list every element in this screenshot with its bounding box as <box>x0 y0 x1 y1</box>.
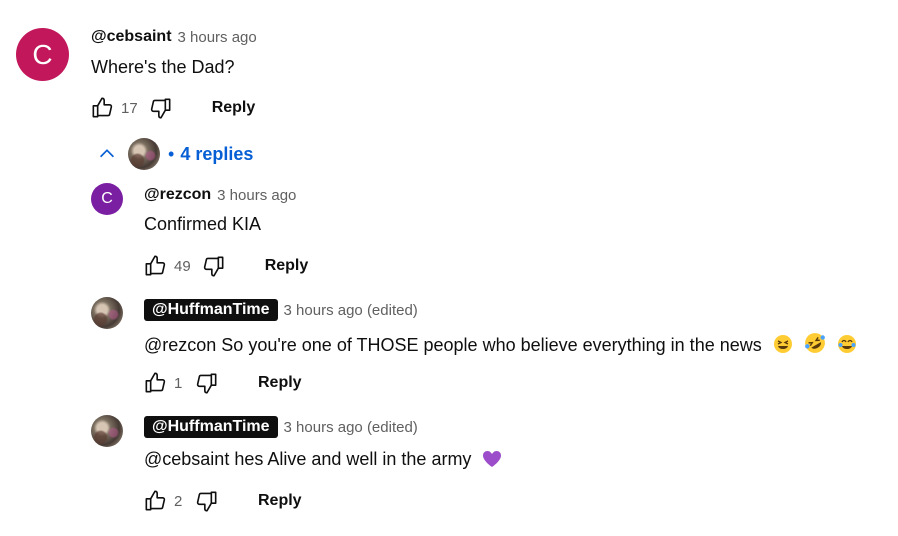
thumbs-down-icon <box>203 256 224 277</box>
reply-actions: 2 Reply <box>142 487 302 515</box>
replies-toggle[interactable]: • 4 replies <box>96 138 253 170</box>
reply-header: @HuffmanTime 3 hours ago (edited) <box>144 299 418 321</box>
thumbs-up-icon <box>145 255 166 276</box>
avatar[interactable] <box>91 297 123 329</box>
reply-actions: 1 Reply <box>142 369 302 397</box>
separator-dot: • <box>168 143 175 164</box>
reply-timestamp[interactable]: 3 hours ago <box>217 187 296 204</box>
tears-of-joy-icon <box>837 334 857 359</box>
reply-button[interactable]: Reply <box>258 492 302 510</box>
purple-heart-icon <box>482 450 502 473</box>
thumbs-down-icon <box>196 373 217 394</box>
like-count: 49 <box>174 257 191 275</box>
reply-text: @rezcon So you're one of THOSE people wh… <box>144 332 857 359</box>
dislike-button[interactable] <box>194 370 220 396</box>
reply-button[interactable]: Reply <box>212 99 256 117</box>
comment-timestamp[interactable]: 3 hours ago <box>178 29 257 46</box>
reply-text: @cebsaint hes Alive and well in the army <box>144 449 502 473</box>
like-count: 17 <box>121 99 138 117</box>
avatar[interactable]: C <box>16 28 69 81</box>
reply-timestamp[interactable]: 3 hours ago (edited) <box>284 419 418 436</box>
dislike-button[interactable] <box>194 488 220 514</box>
like-count: 1 <box>174 374 183 392</box>
comment-actions: 17 Reply <box>89 94 255 122</box>
dislike-button[interactable] <box>148 95 174 121</box>
chevron-up-icon <box>99 149 115 158</box>
like-button[interactable] <box>142 253 168 279</box>
like-button[interactable] <box>142 488 168 514</box>
comment-header: @cebsaint 3 hours ago <box>91 28 257 46</box>
reply-actions: 49 Reply <box>142 252 308 280</box>
like-button[interactable] <box>142 370 168 396</box>
reply-author-avatar <box>128 138 160 170</box>
reply-header: @HuffmanTime 3 hours ago (edited) <box>144 416 418 438</box>
thumbs-down-icon <box>196 491 217 512</box>
dislike-button[interactable] <box>201 253 227 279</box>
reply-author[interactable]: @rezcon <box>144 186 211 204</box>
comment-text: Where's the Dad? <box>91 57 235 77</box>
reply-text: Confirmed KIA <box>144 214 262 234</box>
reply-author-creator[interactable]: @HuffmanTime <box>144 299 278 321</box>
rolling-on-floor-laughing-icon <box>804 332 826 359</box>
thumbs-down-icon <box>150 98 171 119</box>
like-button[interactable] <box>89 95 115 121</box>
reply-timestamp[interactable]: 3 hours ago (edited) <box>284 302 418 319</box>
laughing-face-icon <box>773 334 793 359</box>
comment-author[interactable]: @cebsaint <box>91 28 172 46</box>
thumbs-up-icon <box>145 490 166 511</box>
avatar[interactable] <box>91 415 123 447</box>
reply-author-creator[interactable]: @HuffmanTime <box>144 416 278 438</box>
replies-count: 4 replies <box>180 143 254 164</box>
reply-button[interactable]: Reply <box>258 374 302 392</box>
thumbs-up-icon <box>92 97 113 118</box>
reply-button[interactable]: Reply <box>265 257 309 275</box>
reply-header: @rezcon 3 hours ago <box>144 186 296 204</box>
avatar[interactable]: C <box>91 183 123 215</box>
thumbs-up-icon <box>145 372 166 393</box>
like-count: 2 <box>174 492 183 510</box>
